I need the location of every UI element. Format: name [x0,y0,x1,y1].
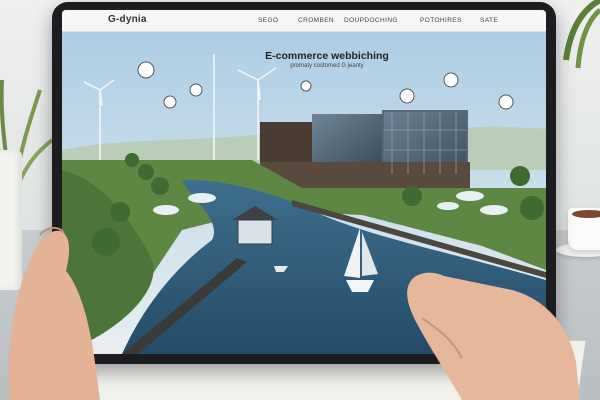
hero-headline: E-commerce webbiching [265,50,389,62]
photo-scene: G-dynia SEGO CROMBEN DOUPDOCHING POTOHIR… [0,0,600,400]
nav-item-4[interactable]: POTOHIRES [420,17,462,24]
phone-icon [498,94,514,110]
right-plant-leaves [563,0,600,69]
site-logo[interactable]: G-dynia [108,14,147,25]
nav-item-2[interactable]: CROMBEN [298,17,334,24]
nav-item-3[interactable]: DOUPDOCHING [344,17,398,24]
coffee [572,210,600,218]
nav-item-1[interactable]: SEGO [258,17,278,24]
left-hand [8,227,100,400]
wifi-icon [399,88,415,104]
chart-icon [443,72,459,88]
hero-subline: promaty costomed G jeanty [290,63,364,69]
right-hand [407,272,580,400]
website-navbar: G-dynia SEGO CROMBEN DOUPDOCHING POTOHIR… [62,10,546,32]
nav-item-5[interactable]: SATE [480,17,498,24]
map-pin-icon [137,61,155,79]
search-icon [300,80,312,92]
shopping-cart-icon [163,95,177,109]
location-icon [189,83,203,97]
